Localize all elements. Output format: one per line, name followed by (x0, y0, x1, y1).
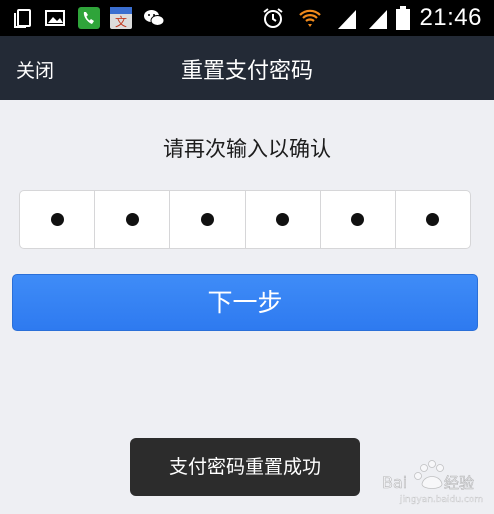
pin-cell (20, 191, 96, 248)
app-screen: 文 21:46 关闭 重置支付密码 请再次输入以确认 下一步 支付密码重置成功 … (0, 0, 494, 514)
pin-dot (125, 213, 139, 226)
translate-icon: 文 (110, 7, 132, 29)
password-input[interactable] (19, 190, 471, 249)
pin-dot (200, 213, 214, 226)
status-bar: 文 21:46 (0, 0, 494, 36)
pin-dot (426, 213, 440, 226)
status-time: 21:46 (419, 4, 482, 31)
svg-text:Bai: Bai (382, 473, 407, 492)
pin-cell (170, 191, 246, 248)
pin-dot (276, 213, 290, 226)
phone-icon (78, 7, 100, 29)
confirm-prompt: 请再次输入以确认 (163, 137, 331, 161)
navigation-bar: 关闭 重置支付密码 (0, 36, 494, 100)
pin-cell (396, 191, 470, 248)
success-toast: 支付密码重置成功 (130, 438, 360, 496)
svg-text:jingyan.baidu.com: jingyan.baidu.com (399, 495, 483, 505)
baidu-jingyan-watermark: Bai 经验 jingyan.baidu.com (382, 460, 483, 505)
gallery-icon (45, 10, 65, 26)
signal-icon (369, 10, 387, 29)
wechat-icon (144, 10, 165, 26)
page-title: 重置支付密码 (180, 59, 313, 84)
pin-cell (321, 191, 396, 248)
pin-cell (246, 191, 321, 248)
pin-dot (351, 213, 365, 226)
battery-icon (396, 6, 410, 30)
svg-text:文: 文 (115, 14, 127, 29)
alarm-icon (263, 8, 283, 28)
svg-text:经验: 经验 (444, 474, 474, 492)
pin-cell (95, 191, 171, 248)
next-button[interactable]: 下一步 (12, 274, 478, 331)
pin-dot (50, 213, 64, 226)
copy-icon (14, 9, 31, 28)
signal-icon (338, 10, 356, 29)
wifi-icon (299, 9, 321, 27)
